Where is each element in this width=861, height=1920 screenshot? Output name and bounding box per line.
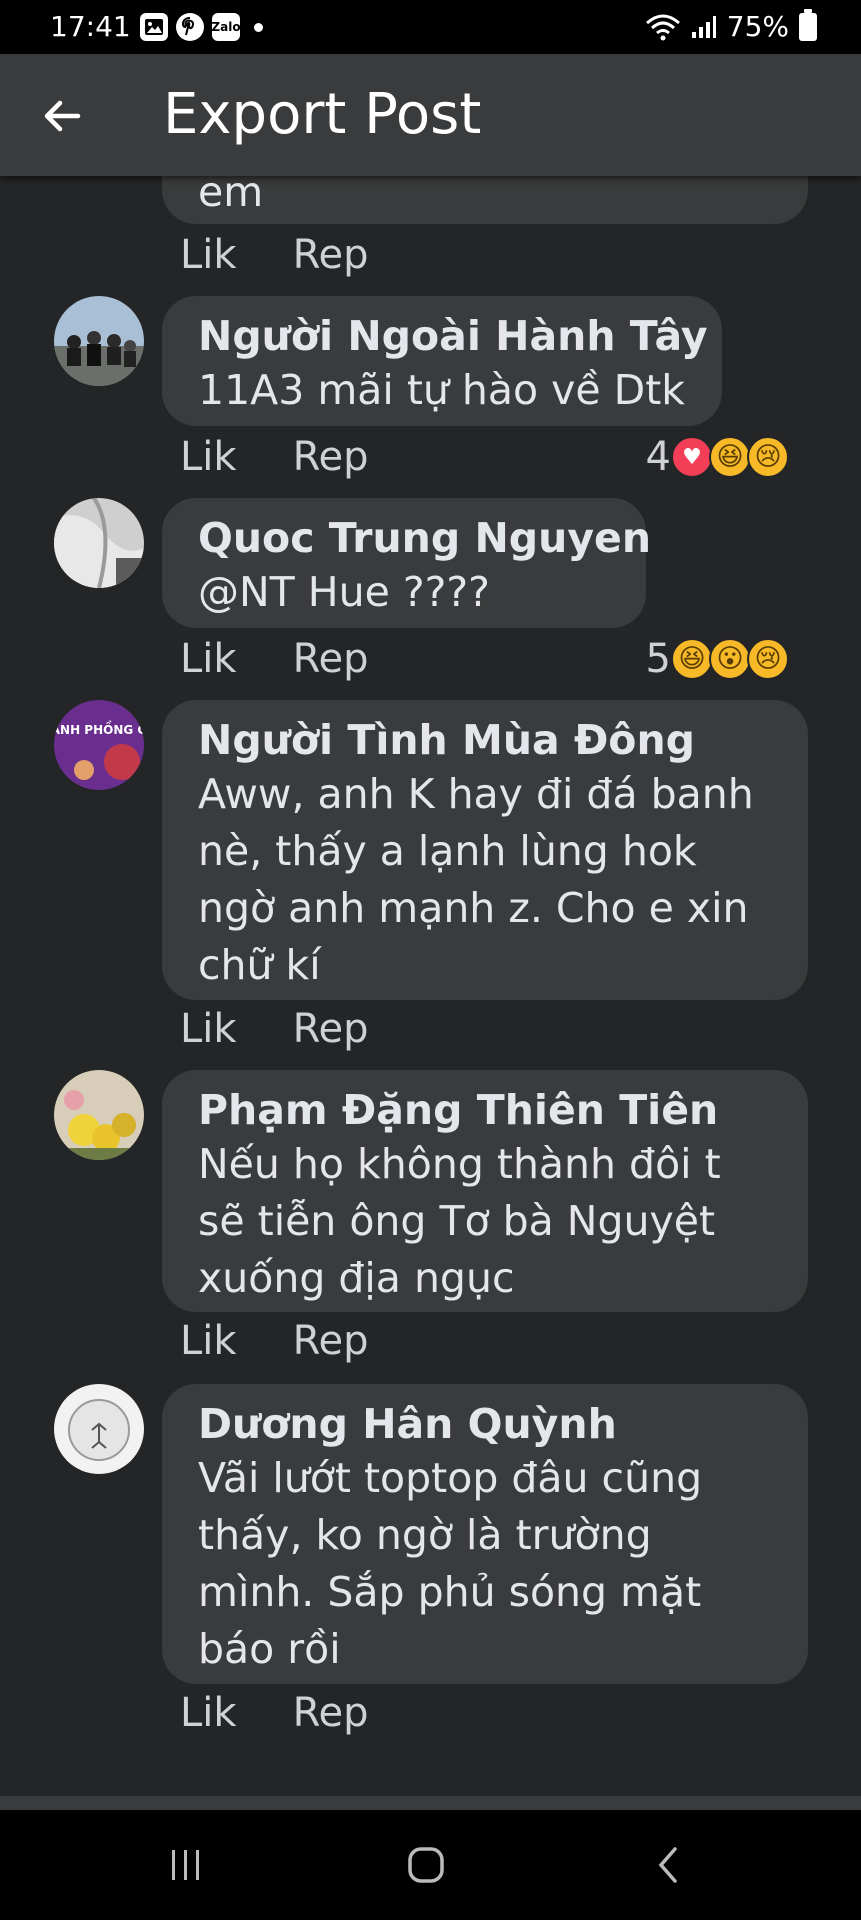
notification-icons: Zalo [140, 13, 263, 41]
reaction-count: 5 [645, 636, 671, 682]
reply-button[interactable]: Rep [293, 232, 369, 278]
wifi-icon [645, 14, 680, 40]
comment-actions: Lik Rep [180, 636, 369, 682]
comment-author[interactable]: Dương Hân Quỳnh [198, 1398, 772, 1450]
bottom-divider [0, 1796, 861, 1810]
comment-author[interactable]: Phạm Đặng Thiên Tiên [198, 1084, 772, 1136]
back-chevron-icon [658, 1847, 677, 1883]
comment-bubble[interactable]: Người Ngoài Hành Tây 11A3 mãi tự hào về … [162, 296, 722, 426]
love-reaction-icon: ♥ [671, 436, 713, 478]
status-bar: 17:41 Zalo 75% [0, 0, 861, 54]
avatar[interactable] [54, 498, 144, 588]
battery-percent: 75% [726, 10, 789, 43]
back-nav-button[interactable] [638, 1840, 698, 1890]
like-button[interactable]: Lik [180, 1006, 237, 1052]
battery-icon [799, 8, 817, 41]
avatar-brand-text: BANH PHỒNG CỐ [54, 720, 144, 737]
reply-button[interactable]: Rep [293, 1006, 369, 1052]
comment-text: @NT Hue ???? [198, 568, 490, 616]
comment-text: 11A3 mãi tự hào về Dtk [198, 366, 686, 414]
zalo-icon: Zalo [211, 13, 241, 41]
home-button[interactable] [396, 1840, 456, 1890]
haha-reaction-icon: 😆 [709, 436, 751, 478]
avatar[interactable] [54, 296, 144, 386]
reaction-summary[interactable]: 5 😆 😮 😢 [646, 636, 789, 682]
reply-button[interactable]: Rep [293, 1318, 369, 1364]
recent-apps-icon [172, 1850, 199, 1880]
like-button[interactable]: Lik [180, 434, 237, 480]
back-button[interactable] [30, 84, 94, 148]
comments-list: em Lik Rep Người Ngoài Hành Tây 11A3 mãi… [0, 176, 861, 1796]
avatar[interactable] [54, 1070, 144, 1160]
avatar[interactable]: BANH PHỒNG CỐ [54, 700, 144, 790]
reaction-count: 4 [645, 434, 671, 480]
status-time: 17:41 [50, 10, 131, 43]
comment-bubble[interactable]: Quoc Trung Nguyen @NT Hue ???? [162, 498, 651, 628]
pinterest-icon [176, 13, 204, 41]
like-button[interactable]: Lik [180, 232, 237, 278]
comment-bubble[interactable]: em [162, 176, 808, 224]
comment-text: em [198, 176, 264, 216]
reply-button[interactable]: Rep [293, 1690, 369, 1736]
system-navigation-bar [0, 1810, 861, 1920]
comment-actions: Lik Rep [180, 1318, 369, 1364]
comment-actions: Lik Rep [180, 232, 369, 278]
comment-bubble[interactable]: Phạm Đặng Thiên Tiên Nếu họ không thành … [162, 1070, 808, 1312]
comment-bubble[interactable]: Dương Hân Quỳnh Vãi lướt toptop đâu cũng… [162, 1384, 808, 1684]
comment-actions: Lik Rep [180, 1690, 369, 1736]
comment-actions: Lik Rep [180, 1006, 369, 1052]
page-title: Export Post [163, 82, 482, 147]
like-button[interactable]: Lik [180, 1690, 237, 1736]
reply-button[interactable]: Rep [293, 434, 369, 480]
comment-text: Vãi lướt toptop đâu cũng thấy, ko ngờ là… [198, 1454, 703, 1673]
comment-bubble[interactable]: Người Tình Mùa Đông Aww, anh K hay đi đá… [162, 700, 808, 1000]
reply-button[interactable]: Rep [293, 636, 369, 682]
app-bar: Export Post [0, 54, 861, 176]
comment-actions: Lik Rep [180, 434, 369, 480]
wow-reaction-icon: 😮 [709, 638, 751, 680]
avatar[interactable] [54, 1384, 144, 1474]
recent-apps-button[interactable] [156, 1840, 216, 1890]
home-icon [408, 1847, 444, 1883]
comment-author[interactable]: Quoc Trung Nguyen [198, 512, 651, 564]
comment-author[interactable]: Người Tình Mùa Đông [198, 714, 772, 766]
comment-author[interactable]: Người Ngoài Hành Tây [198, 310, 708, 362]
more-notifications-dot [254, 22, 263, 32]
gallery-icon [140, 13, 168, 41]
like-button[interactable]: Lik [180, 636, 237, 682]
status-right: 75% [645, 8, 817, 43]
sad-reaction-icon: 😢 [747, 638, 789, 680]
comment-text: Nếu họ không thành đôi t sẽ tiễn ông Tơ … [198, 1140, 721, 1302]
reaction-summary[interactable]: 4 ♥ 😆 😢 [646, 434, 789, 480]
comment-text: Aww, anh K hay đi đá banh nè, thấy a lạn… [198, 770, 754, 989]
signal-icon [691, 15, 716, 38]
like-button[interactable]: Lik [180, 1318, 237, 1364]
haha-reaction-icon: 😆 [671, 638, 713, 680]
back-arrow-icon [44, 100, 81, 132]
sad-reaction-icon: 😢 [747, 436, 789, 478]
